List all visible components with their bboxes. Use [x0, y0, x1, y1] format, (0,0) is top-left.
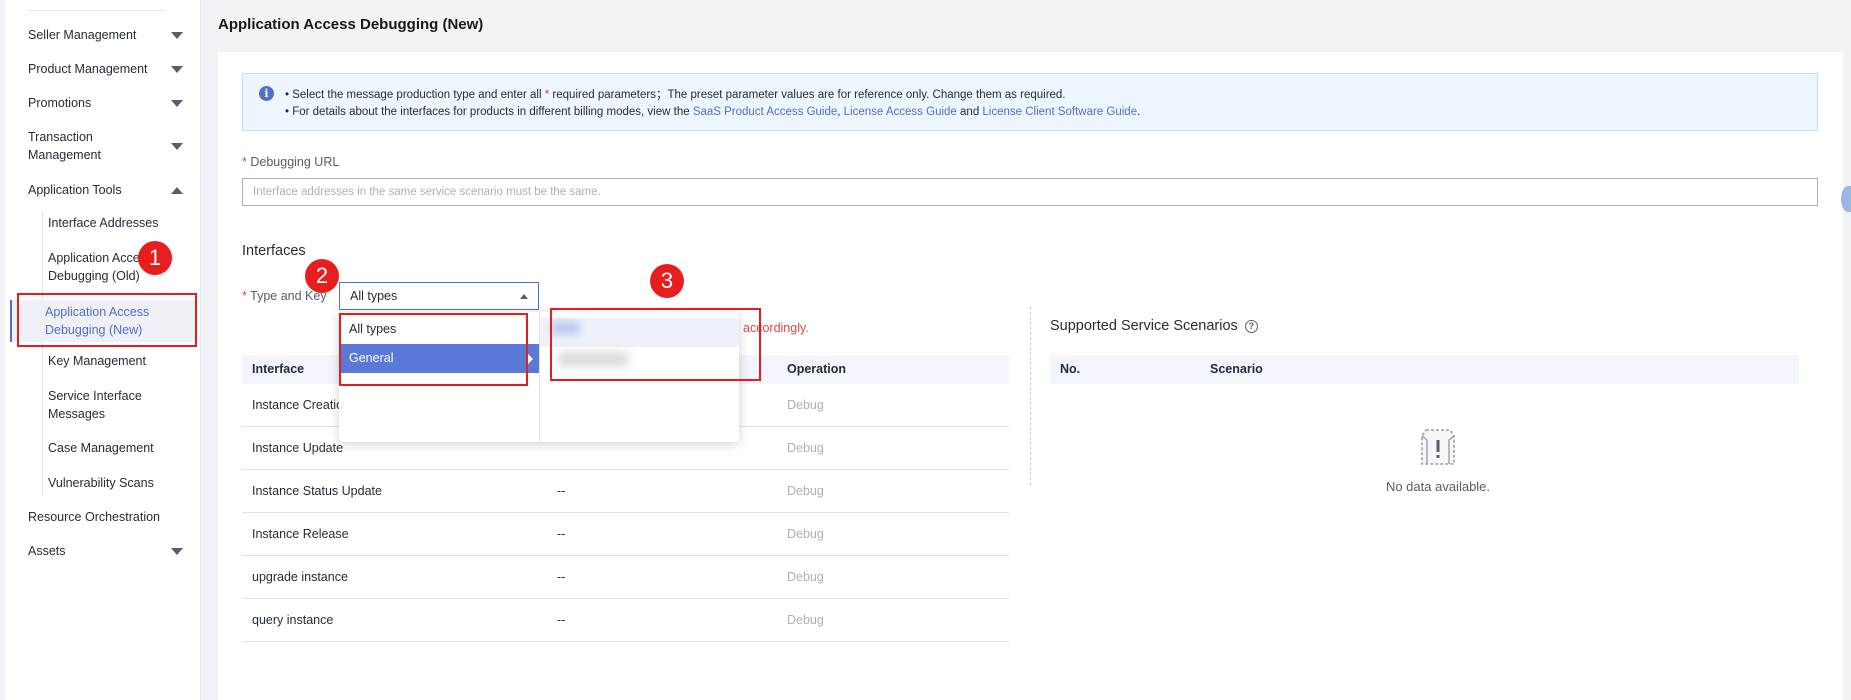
table-row: upgrade instance -- Debug [242, 556, 1009, 599]
debug-link[interactable]: Debug [777, 513, 1009, 555]
select-value: All types [350, 289, 398, 303]
interface-mid: -- [557, 527, 566, 541]
chevron-down-icon [171, 142, 183, 150]
sidebar-item-label: Promotions [28, 96, 92, 110]
debug-link[interactable]: Debug [777, 556, 1009, 598]
header-operation: Operation [787, 362, 847, 376]
sidebar-divider [28, 10, 166, 11]
page-title: Application Access Debugging (New) [218, 16, 484, 33]
table-row: Instance Status Update -- Debug [242, 470, 1009, 513]
interface-mid: -- [557, 613, 566, 627]
chevron-down-icon [171, 65, 183, 73]
header-no: No. [1060, 362, 1081, 376]
annotation-badge-3: 3 [650, 264, 684, 298]
sidebar-item-label: Resource Orchestration [28, 510, 161, 524]
chevron-up-icon [171, 186, 183, 194]
sidebar-subitem-key-management[interactable]: Key Management [5, 352, 201, 370]
annotation-box-2 [339, 313, 528, 386]
sidebar-subitem-vulnerability-scans[interactable]: Vulnerability Scans [5, 474, 201, 492]
chevron-down-icon [171, 99, 183, 107]
interfaces-title: Interfaces [242, 243, 306, 259]
info-line-1: • Select the message production type and… [285, 89, 1066, 101]
sidebar-item-label: Assets [28, 544, 66, 558]
scenarios-table: No. Scenario [1050, 355, 1799, 384]
sidebar-item-application-tools[interactable]: Application Tools [5, 181, 201, 199]
chevron-up-icon [520, 294, 528, 299]
sidebar-subitem-interface-addresses[interactable]: Interface Addresses [5, 214, 201, 232]
sidebar-item-label: Seller Management [28, 28, 137, 42]
interface-name: upgrade instance [252, 570, 348, 584]
debugging-url-label: * Debugging URL [242, 155, 340, 169]
interface-mid: -- [557, 570, 566, 584]
sidebar-item-label: Product Management [28, 62, 148, 76]
sidebar-subitem-service-interface-messages[interactable]: Service Interface Messages [5, 387, 155, 423]
table-row: query instance -- Debug [242, 599, 1009, 642]
question-circle-icon[interactable]: ? [1244, 319, 1258, 333]
sidebar-item-assets[interactable]: Assets [5, 542, 201, 560]
saas-guide-link[interactable]: SaaS Product Access Guide [693, 106, 837, 118]
annotation-badge-2: 2 [305, 259, 339, 293]
interface-mid: -- [557, 484, 566, 498]
debugging-url-input[interactable] [242, 178, 1818, 206]
license-client-guide-link[interactable]: License Client Software Guide [982, 106, 1137, 118]
sidebar-item-transaction-management[interactable]: Transaction Management [5, 128, 201, 164]
interface-name: Instance Status Update [252, 484, 382, 498]
info-banner: i • Select the message production type a… [242, 73, 1818, 131]
sidebar-subitem-case-management[interactable]: Case Management [5, 439, 201, 457]
sidebar-subitem-debugging-old[interactable]: Application Access Debugging (Old) [5, 249, 155, 285]
sidebar-item-seller-management[interactable]: Seller Management [5, 26, 201, 44]
sidebar-item-label: Application Tools [28, 183, 122, 197]
table-header: No. Scenario [1050, 355, 1799, 384]
table-row: Instance Release -- Debug [242, 513, 1009, 556]
debug-link[interactable]: Debug [777, 599, 1009, 641]
interface-name: Instance Release [252, 527, 349, 541]
chevron-down-icon [171, 547, 183, 555]
license-guide-link[interactable]: License Access Guide [844, 106, 957, 118]
info-icon: i [259, 86, 274, 101]
sidebar-item-label: Transaction Management [28, 130, 101, 162]
annotation-box-1 [17, 293, 197, 347]
empty-text: No data available. [1385, 479, 1491, 494]
empty-state: No data available. [1348, 420, 1528, 494]
annotation-box-3 [550, 308, 761, 381]
debug-link[interactable]: Debug [777, 427, 1009, 469]
floating-assistant-icon[interactable] [1841, 186, 1851, 212]
sidebar-item-promotions[interactable]: Promotions [5, 94, 201, 112]
empty-box-icon [1421, 429, 1455, 465]
sidebar-item-resource-orchestration[interactable]: Resource Orchestration [5, 508, 201, 526]
info-line-2: • For details about the interfaces for p… [285, 106, 1141, 118]
annotation-badge-1: 1 [138, 241, 172, 275]
interface-name: query instance [252, 613, 334, 627]
sidebar-item-product-management[interactable]: Product Management [5, 60, 201, 78]
panel-divider [1030, 307, 1031, 485]
chevron-down-icon [171, 31, 183, 39]
sidebar: Seller Management Product Management Pro… [5, 0, 201, 700]
header-scenario: Scenario [1210, 362, 1263, 376]
type-key-select[interactable]: All types [339, 282, 539, 310]
debug-link[interactable]: Debug [777, 470, 1009, 512]
scenarios-title: Supported Service Scenarios ? [1050, 318, 1258, 334]
debug-link[interactable]: Debug [777, 384, 1009, 426]
